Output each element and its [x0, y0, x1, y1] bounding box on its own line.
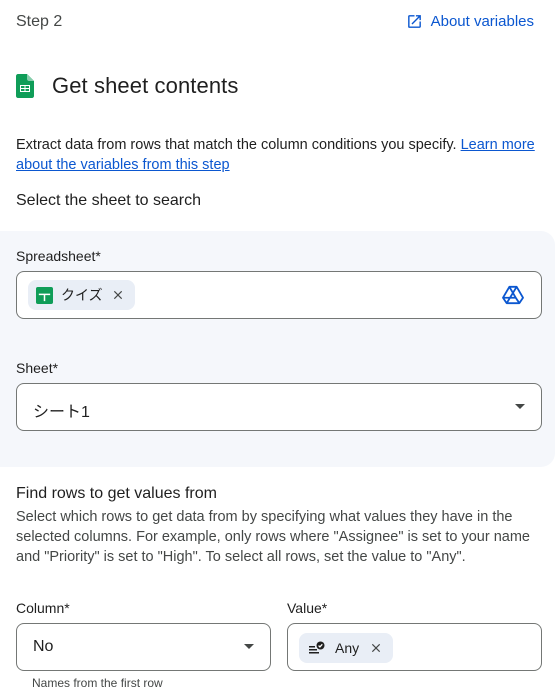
spreadsheet-chip[interactable]: クイズ	[28, 280, 135, 310]
spreadsheet-chip-label: クイズ	[61, 287, 103, 303]
value-chip-label: Any	[335, 640, 360, 656]
dropdown-caret-icon[interactable]	[515, 404, 525, 409]
google-sheets-icon	[36, 286, 53, 304]
value-field[interactable]: Any	[287, 623, 542, 671]
open-in-new-icon	[407, 15, 421, 28]
sheet-select[interactable]: シート1	[16, 383, 542, 431]
sheet-select-value: シート1	[33, 404, 90, 421]
column-label: Column*	[16, 600, 70, 616]
page-title: Get sheet contents	[52, 73, 239, 98]
close-icon[interactable]	[111, 288, 125, 302]
value-chip[interactable]: Any	[299, 633, 394, 663]
about-variables-link[interactable]: About variables	[406, 13, 534, 30]
google-drive-icon[interactable]	[502, 285, 524, 305]
find-rows-description: Select which rows to get data from by sp…	[16, 509, 530, 565]
any-value-icon	[309, 641, 325, 654]
column-hint: Names from the first row	[32, 676, 163, 690]
column-select[interactable]: No	[16, 623, 271, 671]
step-label: Step 2	[16, 13, 63, 30]
sheet-label: Sheet*	[16, 360, 59, 376]
spreadsheet-label: Spreadsheet*	[16, 248, 101, 264]
sheet-selection-panel	[0, 231, 555, 467]
action-title-row: Get sheet contents	[16, 73, 238, 99]
about-variables-label: About variables	[430, 13, 534, 30]
select-sheet-heading: Select the sheet to search	[16, 192, 201, 209]
dropdown-caret-icon[interactable]	[244, 644, 254, 649]
google-sheets-icon	[16, 74, 34, 98]
spreadsheet-field[interactable]: クイズ	[16, 271, 542, 319]
column-select-value: No	[33, 638, 54, 655]
action-description: Extract data from rows that match the co…	[16, 135, 541, 175]
description-text: Extract data from rows that match the co…	[16, 137, 461, 153]
value-label: Value*	[287, 600, 328, 616]
find-rows-heading: Find rows to get values from	[16, 485, 217, 502]
close-icon[interactable]	[369, 641, 383, 655]
